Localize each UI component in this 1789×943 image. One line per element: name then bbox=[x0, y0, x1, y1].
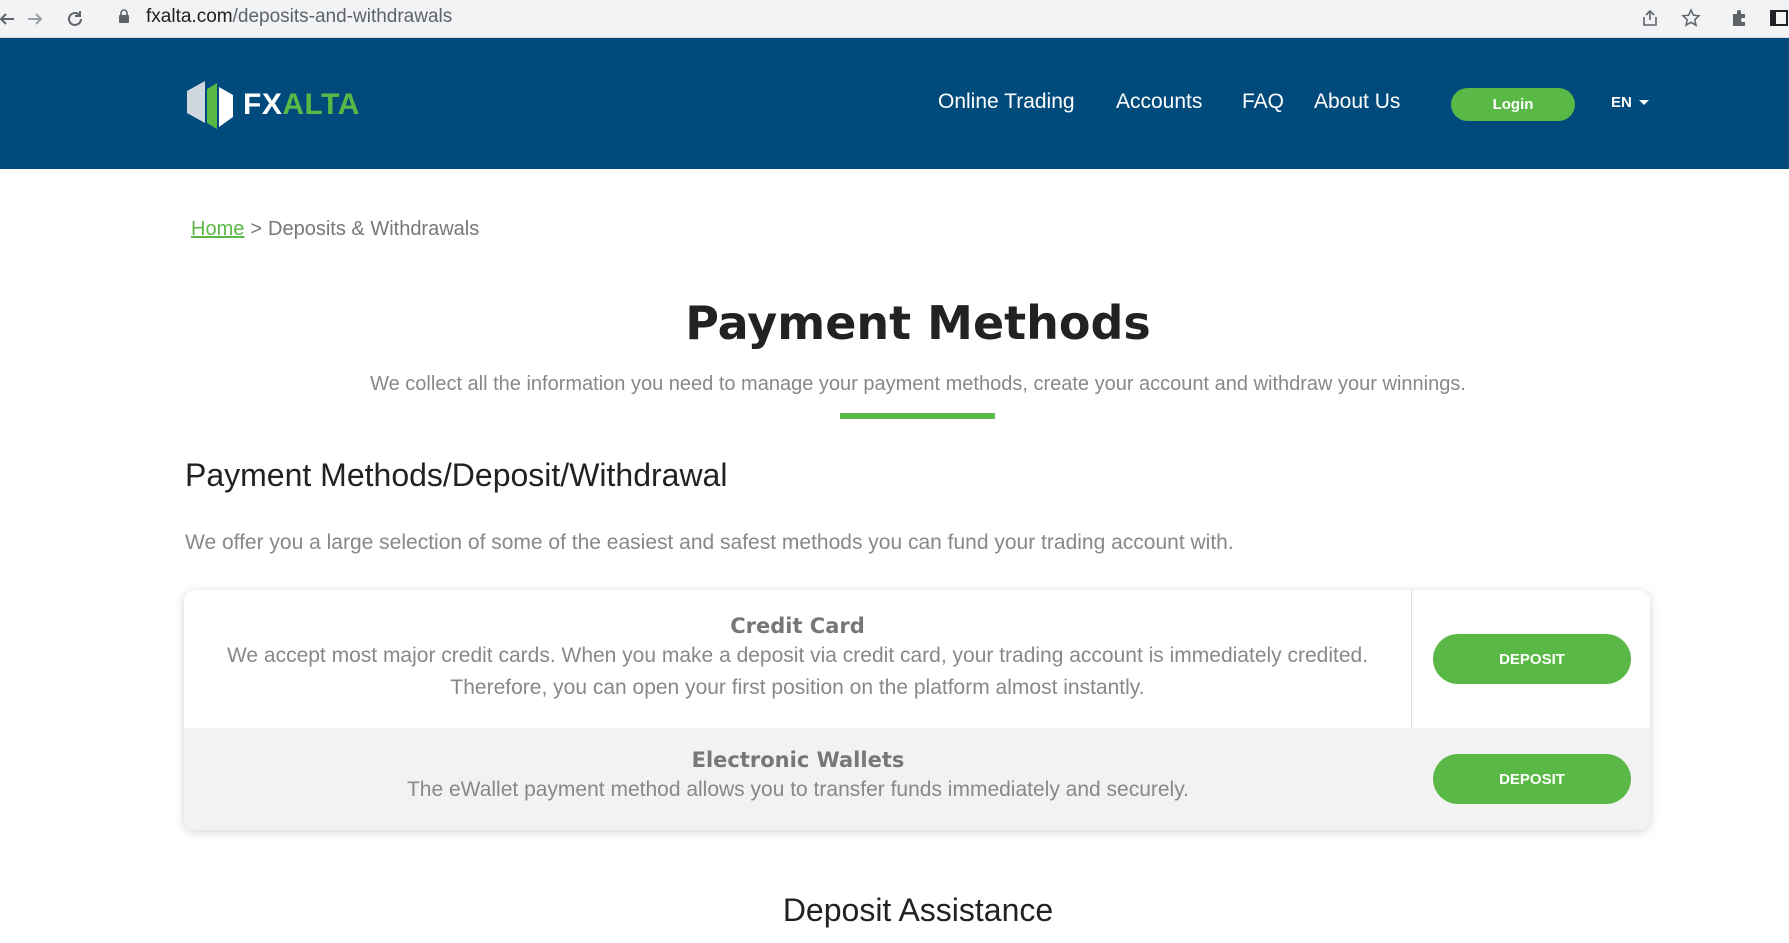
side-panel-icon[interactable] bbox=[1765, 4, 1789, 32]
logo-alta: ALTA bbox=[282, 88, 360, 121]
address-bar[interactable]: fxalta.com/deposits-and-withdrawals bbox=[104, 0, 1714, 32]
logo-wordmark: FXALTA bbox=[243, 88, 360, 122]
caret-down-icon bbox=[1638, 100, 1649, 105]
back-arrow-icon[interactable] bbox=[0, 4, 22, 34]
fxalta-logo-mark-icon bbox=[187, 81, 233, 129]
reload-icon[interactable] bbox=[60, 4, 90, 34]
breadcrumb-separator: > bbox=[250, 218, 263, 240]
payment-info: Electronic Wallets The eWallet payment m… bbox=[184, 728, 1412, 806]
section-title: Payment Methods/Deposit/Withdrawal bbox=[185, 457, 728, 493]
url-host: fxalta.com bbox=[146, 6, 233, 27]
payment-row-credit-card: Credit Card We accept most major credit … bbox=[184, 590, 1650, 728]
payment-name: Credit Card bbox=[730, 614, 865, 638]
payment-name: Electronic Wallets bbox=[691, 748, 905, 772]
address-url: fxalta.com/deposits-and-withdrawals bbox=[146, 6, 452, 28]
breadcrumb-current: Deposits & Withdrawals bbox=[268, 218, 480, 240]
extensions-puzzle-icon[interactable] bbox=[1725, 4, 1753, 32]
language-label: EN bbox=[1611, 94, 1632, 111]
payment-methods-table: Credit Card We accept most major credit … bbox=[184, 590, 1650, 830]
title-divider bbox=[840, 413, 995, 419]
breadcrumb-home-link[interactable]: Home bbox=[191, 218, 244, 240]
deposit-assistance-title: Deposit Assistance bbox=[782, 892, 1054, 928]
page-subtitle: We collect all the information you need … bbox=[370, 373, 1466, 395]
payment-description: The eWallet payment method allows you to… bbox=[406, 778, 1190, 801]
logo-fx: FX bbox=[243, 88, 283, 121]
fxalta-logo[interactable]: FXALTA bbox=[183, 77, 360, 133]
page-title: Payment Methods bbox=[685, 296, 1151, 350]
nav-online-trading[interactable]: Online Trading bbox=[938, 90, 1075, 114]
section-description: We offer you a large selection of some o… bbox=[185, 531, 1234, 554]
nav-about-us[interactable]: About Us bbox=[1314, 90, 1400, 114]
payment-description: We accept most major credit cards. When … bbox=[226, 644, 1369, 699]
browser-toolbar: fxalta.com/deposits-and-withdrawals bbox=[0, 0, 1789, 38]
login-button[interactable]: Login bbox=[1451, 88, 1575, 121]
nav-accounts[interactable]: Accounts bbox=[1116, 90, 1202, 114]
payment-info: Credit Card We accept most major credit … bbox=[184, 590, 1412, 728]
payment-row-electronic-wallets: Electronic Wallets The eWallet payment m… bbox=[184, 728, 1650, 830]
share-icon[interactable] bbox=[1636, 4, 1664, 32]
nav-faq[interactable]: FAQ bbox=[1242, 90, 1284, 114]
lock-icon bbox=[119, 9, 129, 23]
site-header: FXALTA Online Trading Accounts FAQ About… bbox=[0, 38, 1789, 169]
bookmark-star-icon[interactable] bbox=[1677, 4, 1705, 32]
breadcrumb: Home > Deposits & Withdrawals bbox=[191, 218, 479, 241]
deposit-button-electronic-wallets[interactable]: DEPOSIT bbox=[1433, 754, 1631, 804]
language-selector[interactable]: EN bbox=[1611, 94, 1649, 111]
forward-arrow-icon[interactable] bbox=[20, 4, 50, 34]
deposit-button-credit-card[interactable]: DEPOSIT bbox=[1433, 634, 1631, 684]
url-path: /deposits-and-withdrawals bbox=[232, 6, 453, 27]
